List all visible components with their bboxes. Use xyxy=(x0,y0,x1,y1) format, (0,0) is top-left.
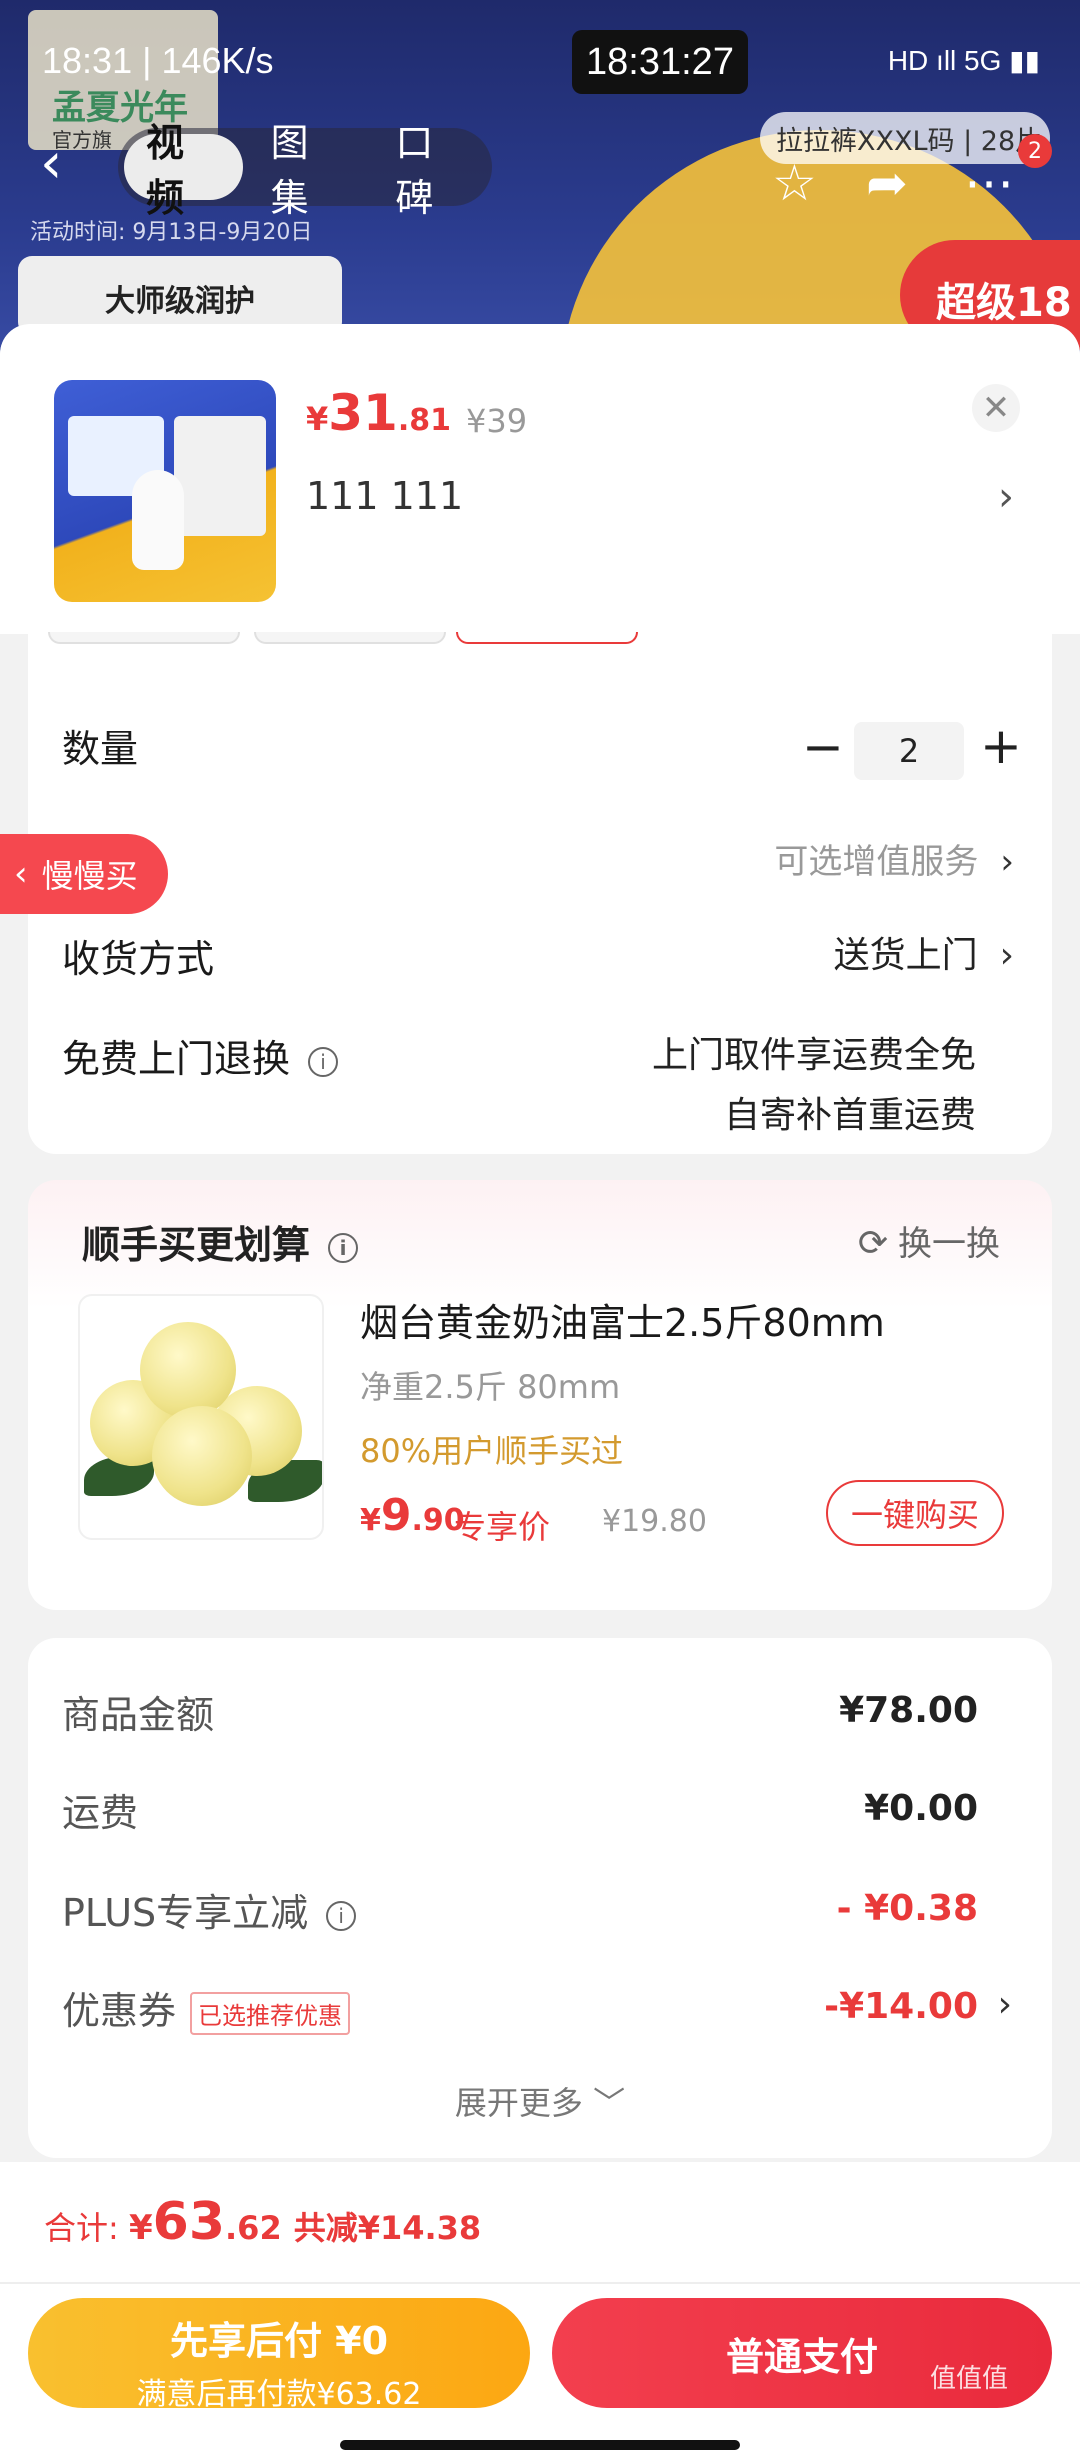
spec-option-chip-selected[interactable] xyxy=(456,632,638,644)
spec-option-chip[interactable] xyxy=(254,632,446,644)
pay-later-button[interactable]: 先享后付 ¥0 满意后再付款¥63.62 xyxy=(28,2298,530,2412)
quantity-input[interactable]: 2 xyxy=(854,722,964,780)
plus-discount-row: PLUS专享立减 i xyxy=(62,1882,357,1937)
coupon-value[interactable]: -¥14.00 xyxy=(824,1986,978,2027)
checkout-bar: 合计: ¥63.62 共减¥14.38 先享后付 ¥0 满意后再付款¥63.62 … xyxy=(0,2162,1080,2460)
delivery-label: 收货方式 xyxy=(62,937,215,981)
purchase-sheet: ¥31.81 ¥39 ✕ 111 111 › 数量 − 2 + 服务 可选增值服… xyxy=(0,324,1080,2460)
goods-amount-value: ¥78.00 xyxy=(839,1690,978,1731)
selected-spec[interactable]: 111 111 xyxy=(306,474,463,518)
quantity-increase-button[interactable]: + xyxy=(980,718,1022,774)
swap-button[interactable]: ⟳ 换一换 xyxy=(858,1216,1000,1265)
tab-gallery[interactable]: 图集 xyxy=(249,121,368,220)
swap-label: 换一换 xyxy=(898,1224,1000,1264)
pay-later-subtitle: 满意后再付款¥63.62 xyxy=(136,2377,422,2412)
screen-clock: 18:31:27 xyxy=(572,30,748,94)
chevron-right-icon: › xyxy=(999,935,1014,976)
tab-video[interactable]: 视频 xyxy=(124,121,243,220)
return-line-1: 上门取件享运费全免 xyxy=(651,1035,976,1076)
total-dec: .62 xyxy=(225,2209,282,2247)
chevron-left-icon: ‹ xyxy=(14,854,28,894)
coupon-row[interactable]: 优惠券 已选推荐优惠 xyxy=(62,1980,351,2035)
apple-shape xyxy=(140,1322,236,1418)
status-bar: 18:31 | 146K/s 18:31:27 HD ıll 5G ▮▮ xyxy=(0,30,1080,100)
info-icon[interactable]: i xyxy=(308,1046,339,1077)
combo-original-price: ¥19.80 xyxy=(602,1504,707,1539)
goods-amount-label: 商品金额 xyxy=(62,1693,215,1737)
plus-discount-label: PLUS专享立减 xyxy=(62,1891,309,1935)
thumbnail-figure xyxy=(132,470,184,570)
combo-title: 顺手买更划算 xyxy=(82,1223,311,1267)
home-indicator[interactable] xyxy=(340,2440,740,2450)
shipping-label: 运费 xyxy=(62,1791,139,1835)
divider xyxy=(0,2282,1080,2284)
slow-buy-floating-button[interactable]: ‹ 慢慢买 xyxy=(0,834,168,914)
quantity-decrease-button[interactable]: − xyxy=(802,722,844,772)
expand-more-button[interactable]: 展开更多 ﹀ xyxy=(28,2078,1052,2124)
event-date: 活动时间: 9月13日-9月20日 xyxy=(30,220,313,245)
shipping-value: ¥0.00 xyxy=(864,1788,978,1829)
combo-title-row: 顺手买更划算 i xyxy=(82,1214,359,1269)
media-tabs: 视频 图集 口碑 xyxy=(118,121,492,220)
back-arrow-icon[interactable]: ‹ xyxy=(40,134,100,194)
refresh-icon: ⟳ xyxy=(857,1223,888,1264)
favorite-star-icon[interactable]: ☆ xyxy=(772,154,817,212)
background-product-page: 孟夏光年 官方旗 18:31 | 146K/s 18:31:27 HD ıll … xyxy=(0,0,1080,380)
return-policy: 上门取件享运费全免 自寄补首重运费 xyxy=(652,1026,976,1146)
return-label: 免费上门退换 xyxy=(62,1037,291,1081)
original-price: ¥39 xyxy=(466,402,528,440)
return-line-2: 自寄补首重运费 xyxy=(723,1095,976,1136)
combo-product-spec: 净重2.5斤 80mm xyxy=(360,1368,621,1406)
more-icon[interactable]: ⋯ xyxy=(964,154,1014,212)
product-header: ¥31.81 ¥39 ✕ 111 111 › xyxy=(0,324,1080,634)
total-currency: ¥ xyxy=(128,2208,153,2248)
info-icon[interactable]: i xyxy=(328,1232,359,1263)
product-thumbnail[interactable] xyxy=(54,380,276,602)
service-row[interactable]: 可选增值服务 › xyxy=(774,834,1014,883)
total-row: 合计: ¥63.62 共减¥14.38 xyxy=(44,2192,481,2252)
status-time-speed: 18:31 | 146K/s xyxy=(42,40,274,81)
spec-option-chip[interactable] xyxy=(48,632,240,644)
plus-discount-value: - ¥0.38 xyxy=(836,1888,978,1929)
total-int: 63 xyxy=(152,2192,226,2252)
service-value: 可选增值服务 xyxy=(774,842,979,882)
apple-product-image[interactable] xyxy=(78,1294,324,1540)
chevron-right-icon[interactable]: › xyxy=(998,474,1014,520)
top-navigation: ‹ 视频 图集 口碑 拉拉裤XXXL码 | 28片 ☆ ➦ ⋯ 2 xyxy=(0,112,1080,220)
thumbnail-package xyxy=(174,416,266,536)
combo-price: ¥9.90 xyxy=(360,1490,465,1541)
one-click-buy-button[interactable]: 一键购买 xyxy=(826,1480,1004,1546)
price-summary-card: 商品金额 ¥78.00 运费 ¥0.00 PLUS专享立减 i - ¥0.38 优… xyxy=(28,1638,1052,2158)
delivery-row[interactable]: 送货上门 › xyxy=(834,926,1014,978)
cart-count-badge: 2 xyxy=(1018,134,1052,168)
options-card: 数量 − 2 + 服务 可选增值服务› 收货方式 送货上门› 免费上门退换i 上… xyxy=(28,632,1052,1154)
chevron-right-icon[interactable]: › xyxy=(998,1984,1012,2025)
product-price: ¥31.81 xyxy=(306,384,452,442)
total-saved: 共减¥14.38 xyxy=(293,2209,482,2247)
combo-product-name[interactable]: 烟台黄金奶油富士2.5斤80mm xyxy=(360,1292,885,1347)
coupon-recommended-tag: 已选推荐优惠 xyxy=(190,1992,351,2035)
exclusive-price-tag: 专享价 xyxy=(454,1508,551,1546)
delivery-value: 送货上门 xyxy=(833,935,978,976)
apple-shape xyxy=(152,1406,252,1506)
pay-later-title: 先享后付 ¥0 xyxy=(169,2319,389,2363)
share-icon[interactable]: ➦ xyxy=(866,154,908,212)
close-icon[interactable]: ✕ xyxy=(972,384,1020,432)
coupon-label: 优惠券 xyxy=(62,1989,177,2033)
status-indicators: HD ıll 5G ▮▮ xyxy=(887,45,1040,76)
add-on-recommendation-card: 顺手买更划算 i ⟳ 换一换 烟台黄金奶油富士2.5斤80mm 净重2.5斤 80m… xyxy=(28,1180,1052,1610)
return-row-label: 免费上门退换 i xyxy=(62,1028,339,1083)
watermark-logo: 值值值 xyxy=(930,2364,1009,2394)
info-icon[interactable]: i xyxy=(326,1900,357,1931)
combo-users-text: 80%用户顺手买过 xyxy=(360,1432,624,1470)
total-label: 合计: xyxy=(44,2209,129,2247)
quantity-label: 数量 xyxy=(62,727,139,771)
chevron-right-icon: › xyxy=(1000,842,1014,882)
tab-reviews[interactable]: 口碑 xyxy=(373,121,492,220)
slow-buy-label: 慢慢买 xyxy=(41,857,138,895)
